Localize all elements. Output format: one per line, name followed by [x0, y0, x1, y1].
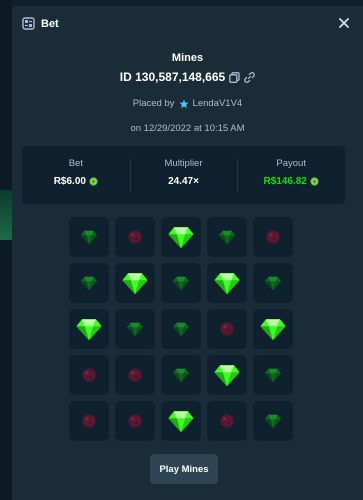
gem-icon — [167, 407, 195, 435]
modal-title-label: Bet — [41, 17, 59, 30]
mine-tile — [69, 401, 109, 441]
mine-tile — [115, 355, 155, 395]
payout-value-row: R$146.82 — [263, 176, 319, 187]
stat-payout: Payout R$146.82 — [237, 146, 345, 204]
bet-label: Bet — [68, 158, 83, 169]
stat-bet: Bet R$6.00 — [22, 146, 130, 204]
game-name[interactable]: Mines — [12, 52, 363, 64]
mine-tile — [69, 309, 109, 349]
bet-id-row: ID 130,587,148,665 — [12, 70, 363, 84]
mine-tile — [253, 217, 293, 257]
mine-tile — [69, 263, 109, 303]
background-decoration — [0, 190, 12, 240]
gem-icon — [172, 274, 190, 292]
gem-icon — [172, 320, 190, 338]
link-icon[interactable] — [244, 71, 256, 83]
mine-tile — [115, 217, 155, 257]
username-link[interactable]: LendaV1V4 — [193, 98, 243, 109]
mine-tile — [253, 309, 293, 349]
mine-tile — [207, 217, 247, 257]
bet-amount: R$6.00 — [53, 176, 86, 187]
bet-stats-panel: Bet R$6.00 Multiplier 24.47× Payout R$14… — [22, 146, 345, 204]
gem-icon — [259, 315, 287, 343]
mine-icon — [81, 413, 97, 429]
gem-icon — [264, 366, 282, 384]
multiplier-label: Multiplier — [164, 158, 203, 169]
mine-tile — [253, 355, 293, 395]
mine-tile — [253, 401, 293, 441]
bet-date: on 12/29/2022 at 10:15 AM — [130, 123, 245, 134]
mine-tile — [69, 217, 109, 257]
mine-tile — [207, 355, 247, 395]
gem-icon — [167, 223, 195, 251]
payout-amount: R$146.82 — [263, 176, 307, 187]
play-mines-button[interactable]: Play Mines — [150, 454, 218, 484]
gem-icon — [80, 228, 98, 246]
bet-details-modal: Bet Mines ID 130,587,148,665 Placed by L… — [12, 6, 363, 500]
mine-tile — [207, 309, 247, 349]
mine-tile — [115, 401, 155, 441]
copy-icon[interactable] — [229, 71, 240, 83]
bet-id: ID 130,587,148,665 — [119, 70, 226, 84]
gem-icon — [172, 366, 190, 384]
mine-icon — [265, 229, 281, 245]
close-icon — [339, 15, 349, 32]
star-icon — [178, 99, 189, 109]
mine-tile — [69, 355, 109, 395]
gem-icon — [126, 320, 144, 338]
close-button[interactable] — [335, 14, 353, 32]
gem-icon — [121, 269, 149, 297]
mine-icon — [127, 413, 143, 429]
bet-value-row: R$6.00 — [54, 176, 98, 187]
mine-tile — [161, 217, 201, 257]
gem-icon — [213, 361, 241, 389]
gem-icon — [75, 315, 103, 343]
placed-by-row: Placed by LendaV1V4 — [12, 98, 363, 109]
mine-tile — [207, 401, 247, 441]
mine-icon — [81, 367, 97, 383]
mine-tile — [161, 401, 201, 441]
gem-icon — [264, 274, 282, 292]
mine-tile — [253, 263, 293, 303]
mines-board — [69, 217, 293, 441]
multiplier-value: 24.47× — [168, 176, 199, 187]
mine-tile — [115, 263, 155, 303]
stat-multiplier: Multiplier 24.47× — [129, 146, 238, 204]
coin-icon — [89, 177, 98, 186]
mine-icon — [219, 413, 235, 429]
mine-icon — [219, 321, 235, 337]
bet-slip-icon — [22, 17, 35, 30]
mine-icon — [127, 229, 143, 245]
payout-label: Payout — [276, 158, 306, 169]
gem-icon — [213, 269, 241, 297]
gem-icon — [218, 228, 236, 246]
mine-tile — [161, 355, 201, 395]
mine-icon — [127, 367, 143, 383]
modal-title: Bet — [22, 17, 59, 30]
mine-tile — [161, 309, 201, 349]
coin-icon — [310, 177, 319, 186]
mine-tile — [207, 263, 247, 303]
gem-icon — [264, 412, 282, 430]
mine-tile — [115, 309, 155, 349]
gem-icon — [80, 274, 98, 292]
mine-tile — [161, 263, 201, 303]
placed-by-label: Placed by — [132, 98, 175, 109]
modal-header: Bet — [12, 6, 363, 42]
background-page — [0, 0, 12, 500]
